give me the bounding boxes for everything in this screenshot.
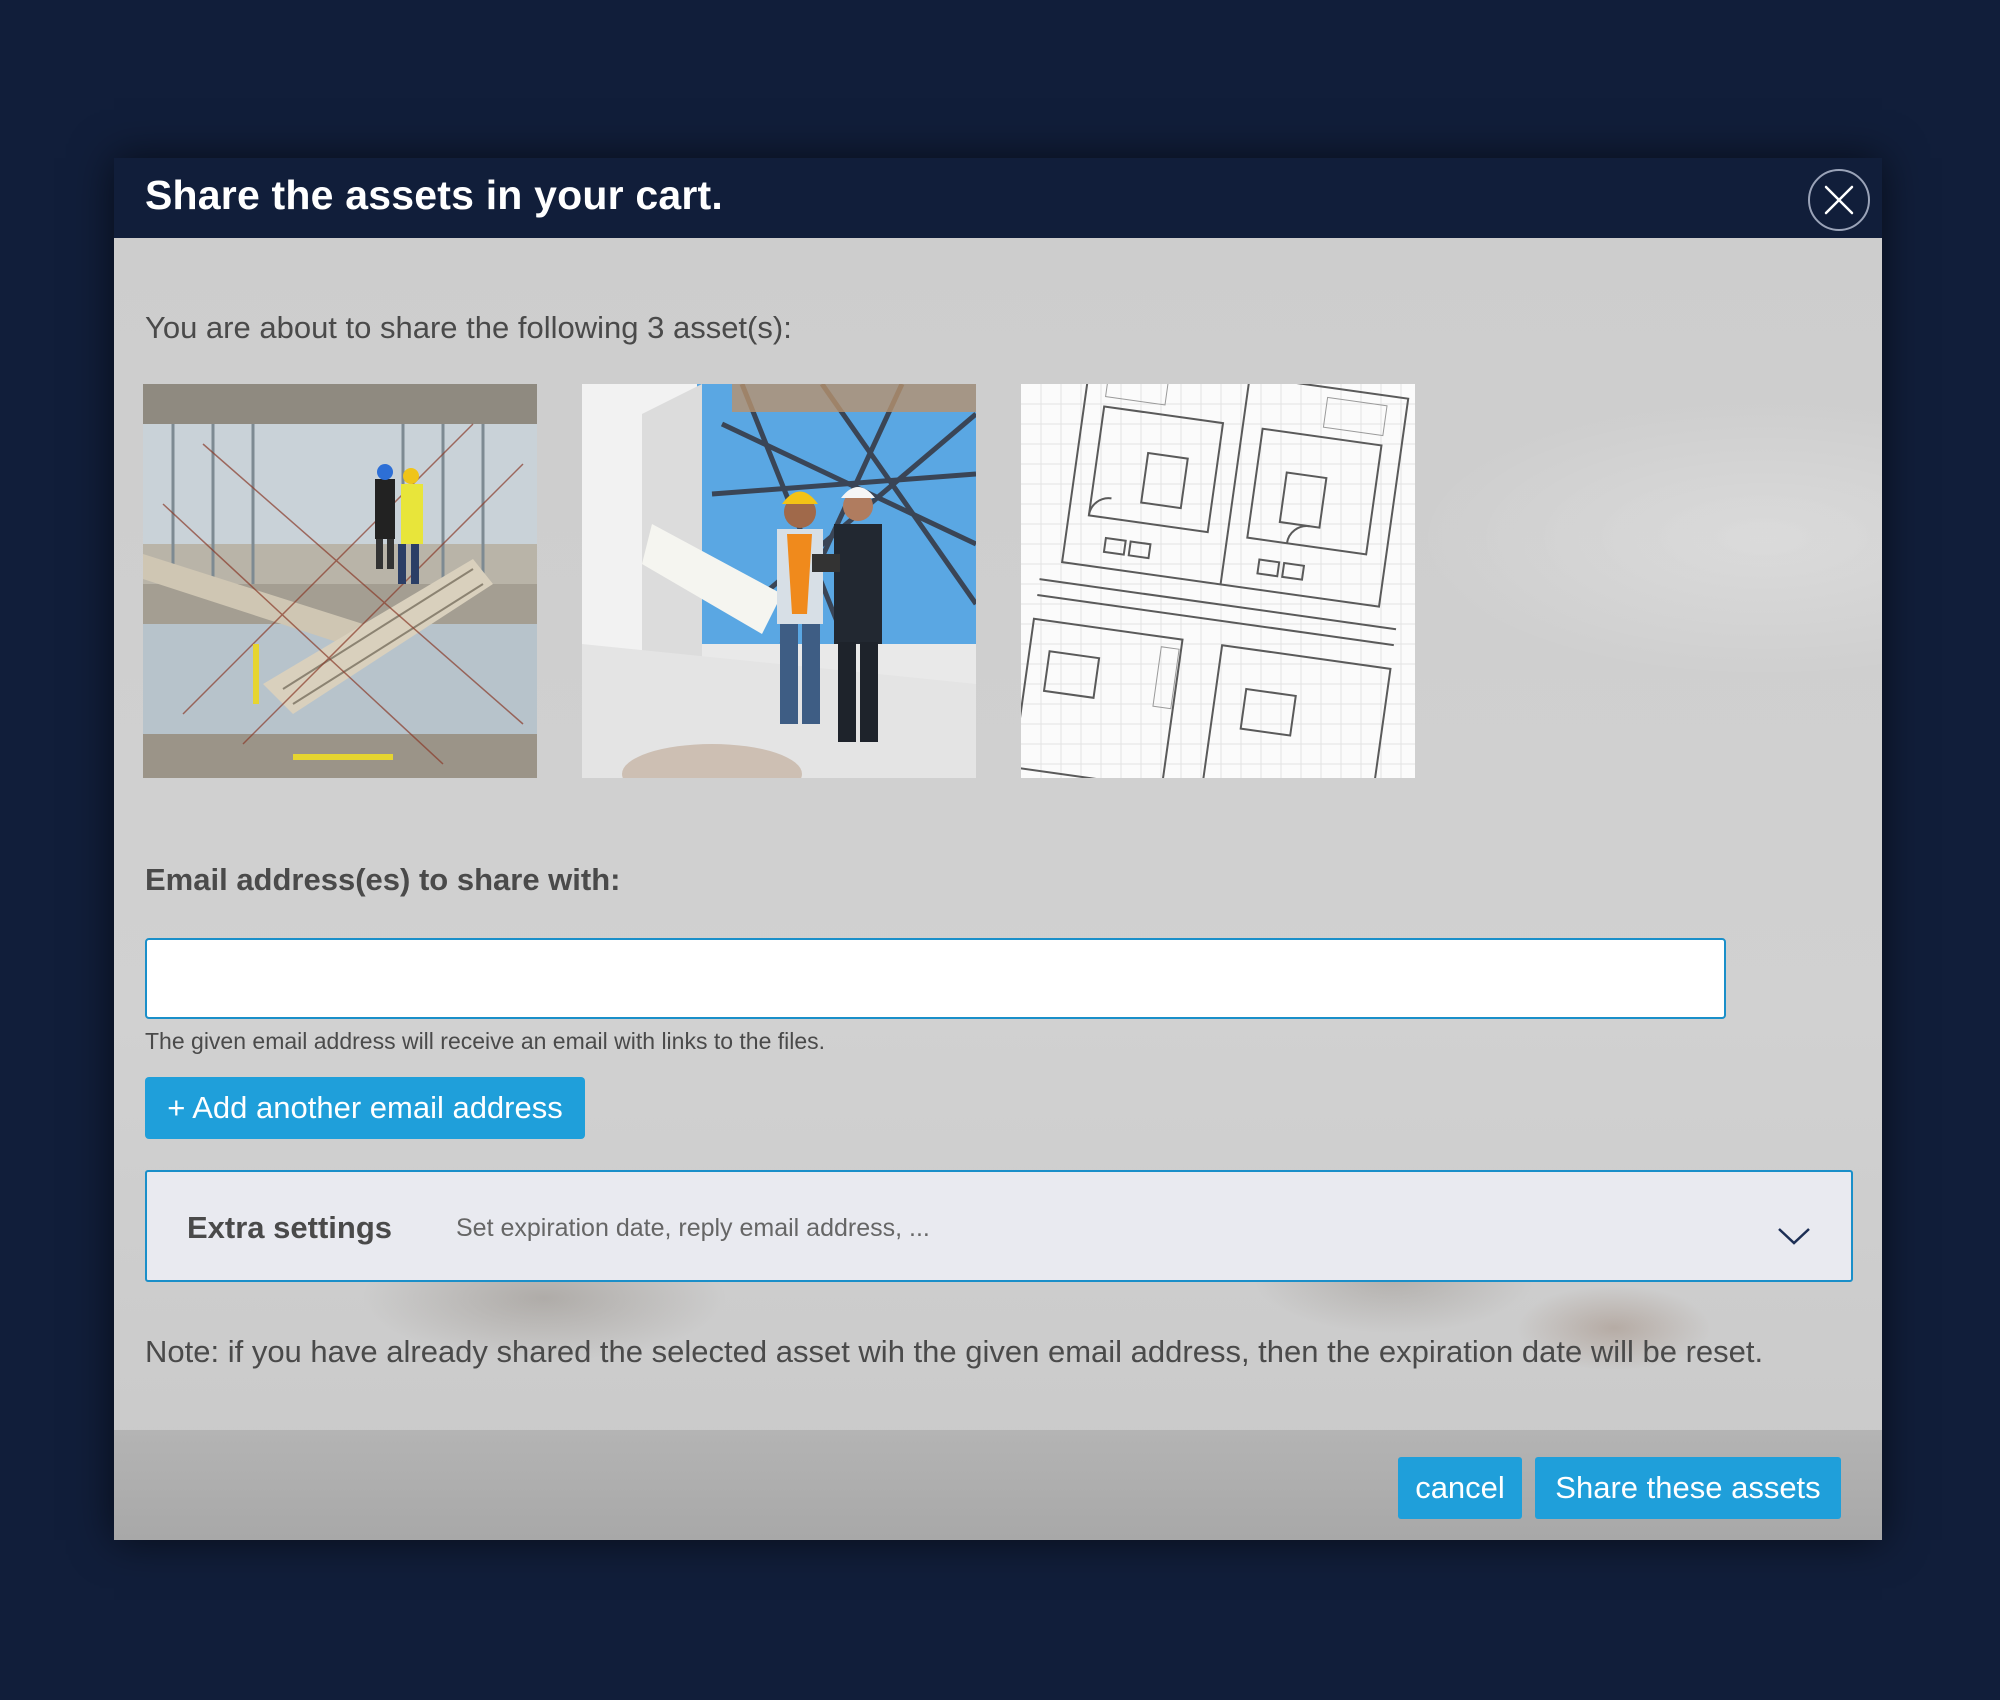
share-assets-button[interactable]: Share these assets [1535,1457,1841,1519]
asset-thumbnail-workers [582,384,976,778]
close-icon [1824,185,1854,215]
close-button[interactable] [1808,169,1870,231]
modal-header: Share the assets in your cart. [114,158,1882,238]
modal-title: Share the assets in your cart. [145,172,723,218]
extra-settings-description: Set expiration date, reply email address… [456,1214,930,1242]
extra-settings-panel[interactable]: Extra settings Set expiration date, repl… [145,1170,1853,1282]
modal-footer: cancel Share these assets [114,1430,1882,1540]
email-section-label: Email address(es) to share with: [145,862,621,897]
asset-thumbnail-staircase [143,384,537,778]
note-text: Note: if you have already shared the sel… [145,1334,1764,1369]
asset-thumbnail-floorplan [1021,384,1415,778]
share-modal: Share the assets in your cart. You are a… [114,158,1882,1540]
chevron-down-icon [1778,1228,1810,1245]
email-helper-text: The given email address will receive an … [145,1028,826,1054]
extra-settings-title: Extra settings [187,1210,393,1245]
add-email-button[interactable]: + Add another email address [145,1077,585,1139]
email-input[interactable] [145,938,1726,1019]
cancel-button[interactable]: cancel [1398,1457,1522,1519]
asset-count-text: You are about to share the following 3 a… [145,310,792,345]
